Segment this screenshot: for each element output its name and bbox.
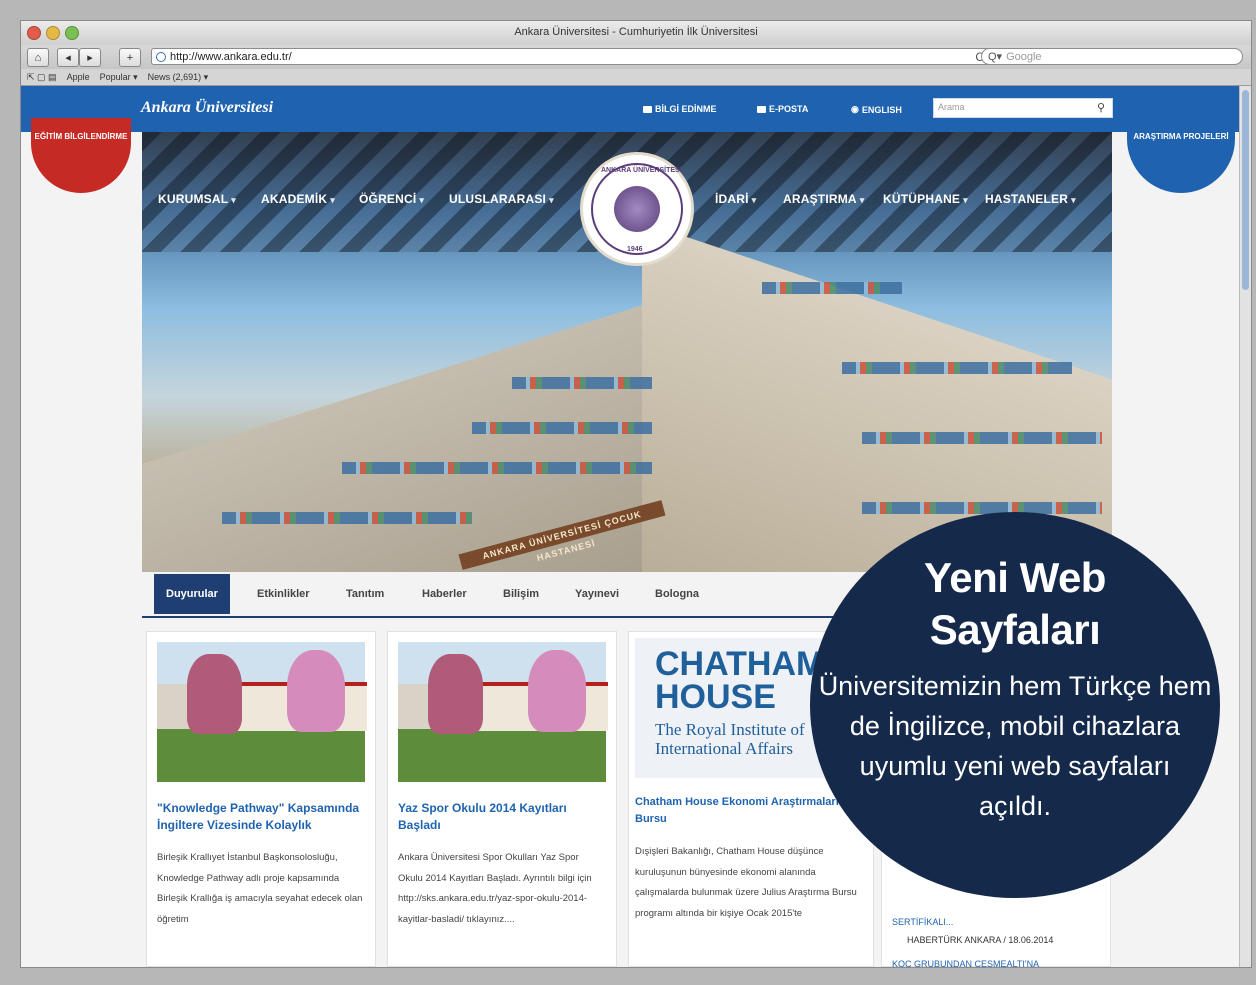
chatham-logo-text: CHATHAM HOUSE (655, 645, 825, 716)
scrollbar-thumb[interactable] (1242, 90, 1249, 290)
chevron-down-icon: ▾ (859, 195, 865, 205)
seal-name: ANKARA ÜNİVERSİTESİ (601, 167, 682, 174)
card-image (157, 642, 367, 782)
tab-yayinevi[interactable]: Yayınevi (575, 588, 619, 600)
promo-title: Yeni Web Sayfaları (924, 554, 1106, 653)
forward-arrow-icon: ▸ (87, 52, 93, 64)
site-search-placeholder: Arama (938, 102, 965, 112)
site-search-input[interactable]: Arama ⚲ (933, 98, 1113, 118)
browser-search-field[interactable]: Q▾ Google (981, 48, 1243, 65)
window-row (342, 462, 652, 474)
news-source: HABERTÜRK ANKARA / 18.06.2014 (907, 935, 1054, 945)
card-body: Birleşik Krallıyet İstanbul Başkonsolosl… (157, 852, 363, 925)
bookmark-apple[interactable]: Apple (67, 72, 90, 82)
nav-kutuphane[interactable]: KÜTÜPHANE ▾ (883, 192, 968, 206)
globe-icon (156, 51, 166, 62)
bookmark-news[interactable]: News (2,691) ▾ (148, 72, 209, 83)
site-header-bar: Ankara Üniversitesi BİLGİ EDİNME E-POSTA… (21, 86, 1239, 132)
search-icon[interactable]: ⚲ (1093, 101, 1109, 115)
chevron-down-icon: ▾ (231, 195, 236, 205)
window-row (842, 362, 1072, 374)
university-seal[interactable]: ANKARA ÜNİVERSİTESİ 1946 (580, 152, 694, 266)
link-english[interactable]: ◉ ENGLISH (851, 104, 902, 115)
card-body: Dışişleri Bakanlığı, Chatham House düşün… (635, 846, 857, 919)
card-title[interactable]: "Knowledge Pathway" Kapsamında İngiltere… (157, 800, 365, 834)
chevron-down-icon: ▾ (549, 195, 554, 205)
card-image (398, 642, 608, 782)
info-icon (643, 105, 652, 113)
window-row (762, 282, 902, 294)
news-card[interactable]: "Knowledge Pathway" Kapsamında İngiltere… (146, 631, 376, 967)
nav-ogrenci[interactable]: ÖĞRENCİ ▾ (359, 192, 424, 206)
nav-akademik[interactable]: AKADEMİK ▾ (261, 192, 335, 206)
back-arrow-icon: ◂ (65, 52, 71, 64)
seal-year: 1946 (627, 246, 643, 253)
link-bilgi-edinme[interactable]: BİLGİ EDİNME (643, 104, 717, 114)
address-bar-url: http://www.ankara.edu.tr/ (170, 50, 292, 63)
browser-toolbar: ⌂ ◂ ▸ + http://www.ankara.edu.tr/ C Q▾ G… (21, 45, 1251, 69)
chevron-down-icon: ▾ (751, 195, 757, 205)
window-title: Ankara Üniversitesi - Cumhuriyetin İlk Ü… (514, 26, 758, 38)
back-button[interactable]: ◂ (57, 48, 79, 67)
nav-arastirma[interactable]: ARAŞTIRMA ▾ (783, 192, 865, 206)
link-e-posta[interactable]: E-POSTA (757, 104, 808, 114)
nav-uluslararasi[interactable]: ULUSLARARASI ▾ (449, 192, 554, 206)
globe-icon: ◉ (851, 104, 859, 114)
home-icon: ⌂ (34, 51, 42, 64)
home-button[interactable]: ⌂ (27, 48, 49, 67)
card-title[interactable]: Yaz Spor Okulu 2014 Kayıtları Başladı (398, 800, 606, 834)
address-bar[interactable]: http://www.ankara.edu.tr/ C (151, 48, 991, 65)
news-item[interactable]: KOÇ GRUBUNDAN ÇEŞMEALTI'NA (892, 959, 1039, 967)
bookmarks-bar: ⇱ ▢ ▤ Apple Popular ▾ News (2,691) ▾ (21, 69, 1251, 86)
vertical-scrollbar[interactable] (1239, 86, 1251, 967)
window-row (222, 512, 472, 524)
tab-arastirma-projeleri[interactable]: ARAŞTIRMA PROJELERİ (1127, 118, 1235, 193)
tab-etkinlikler[interactable]: Etkinlikler (257, 588, 310, 600)
chatham-subtitle: The Royal Institute of International Affa… (655, 720, 805, 758)
browser-search-placeholder: Google (1006, 50, 1042, 63)
promo-circle: Yeni Web Sayfaları Üniversitemizin hem Tü… (810, 512, 1220, 898)
chevron-down-icon: ▾ (1071, 195, 1076, 205)
tab-egitim-bilgilendirme[interactable]: EĞİTİM BİLGİLENDİRME (31, 118, 131, 193)
title-bar: Ankara Üniversitesi - Cumhuriyetin İlk Ü… (21, 21, 1251, 45)
news-card[interactable]: Yaz Spor Okulu 2014 Kayıtları Başladı An… (387, 631, 617, 967)
nav-kurumsal[interactable]: KURUMSAL ▾ (158, 192, 236, 206)
tab-duyurular[interactable]: Duyurular (154, 574, 230, 614)
chevron-down-icon: ▾ (330, 195, 335, 205)
tab-bologna[interactable]: Bologna (655, 588, 699, 600)
mail-icon (757, 105, 766, 113)
bookmark-popular[interactable]: Popular ▾ (100, 72, 138, 83)
card-body: Ankara Üniversitesi Spor Okulları Yaz Sp… (398, 852, 592, 925)
plus-icon: + (126, 51, 134, 64)
tab-haberler[interactable]: Haberler (422, 588, 467, 600)
nav-idari[interactable]: İDARİ ▾ (715, 192, 756, 206)
promo-body: Üniversitemizin hem Türkçe hem de İngili… (818, 671, 1212, 821)
chevron-down-icon: ▾ (963, 195, 968, 205)
window-row (472, 422, 652, 434)
window-row (862, 502, 1102, 514)
seal-ring (591, 163, 683, 255)
window-row (862, 432, 1102, 444)
tab-tanitim[interactable]: Tanıtım (346, 588, 384, 600)
forward-button[interactable]: ▸ (79, 48, 101, 67)
nav-hastaneler[interactable]: HASTANELER ▾ (985, 192, 1076, 206)
news-item[interactable]: SERTİFİKALI... (892, 917, 953, 927)
show-all-bookmarks-icon[interactable]: ⇱ ▢ ▤ (27, 72, 57, 83)
chevron-down-icon: ▾ (419, 195, 425, 205)
site-logo[interactable]: Ankara Üniversitesi (141, 99, 273, 117)
window-row (512, 377, 652, 389)
tab-bilisim[interactable]: Bilişim (503, 588, 539, 600)
seal-emblem (614, 186, 660, 232)
add-bookmark-button[interactable]: + (119, 48, 141, 67)
search-icon: Q▾ (988, 51, 1003, 63)
